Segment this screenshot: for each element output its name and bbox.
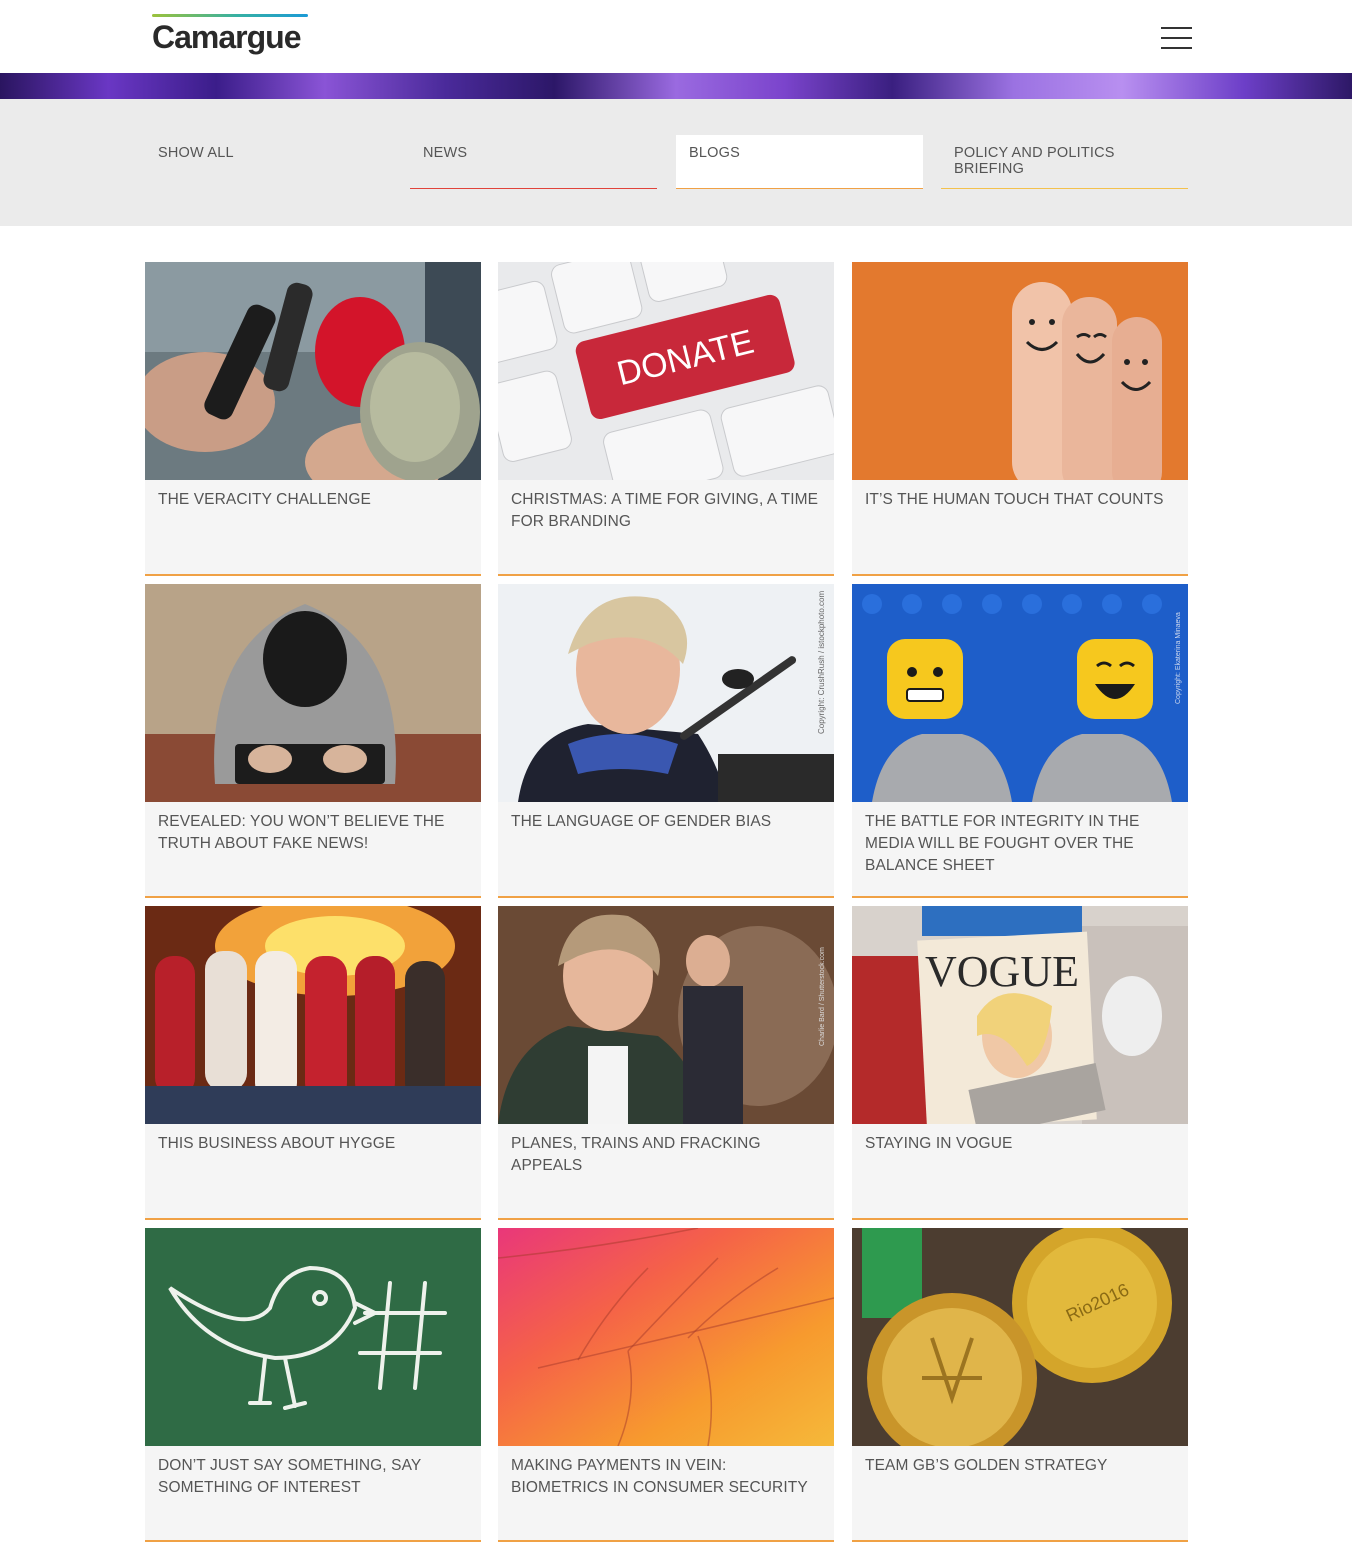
- leaf-veins-image: [498, 1228, 834, 1446]
- post-card[interactable]: THIS BUSINESS ABOUT HYGGE: [145, 906, 481, 1220]
- post-card[interactable]: Charlie Bard / Shutterstock.com PLANES, …: [498, 906, 834, 1220]
- post-title: TEAM GB’S GOLDEN STRATEGY: [865, 1457, 1108, 1474]
- post-title: IT’S THE HUMAN TOUCH THAT COUNTS: [865, 491, 1164, 508]
- post-card[interactable]: THE VERACITY CHALLENGE: [145, 262, 481, 576]
- hamburger-menu-icon[interactable]: [1158, 24, 1194, 52]
- socks-by-fire-image: [145, 906, 481, 1124]
- smiley-fingers-image: [852, 262, 1188, 480]
- filter-show-all[interactable]: SHOW ALL: [145, 135, 392, 189]
- post-title: THIS BUSINESS ABOUT HYGGE: [158, 1135, 396, 1152]
- hero-banner-strip: [0, 73, 1352, 99]
- post-title: DON’T JUST SAY SOMETHING, SAY SOMETHING …: [158, 1457, 422, 1496]
- site-header: Camargue: [0, 0, 1352, 73]
- post-title: STAYING IN VOGUE: [865, 1135, 1013, 1152]
- post-card[interactable]: Rio2016 TEAM GB’S GOLDEN STRATEGY: [852, 1228, 1188, 1542]
- post-title: REVEALED: YOU WON’T BELIEVE THE TRUTH AB…: [158, 813, 445, 852]
- logo-accent-bar: [152, 14, 308, 17]
- magazine-masthead: VOGUE: [925, 947, 1079, 996]
- post-title: MAKING PAYMENTS IN VEIN: BIOMETRICS IN C…: [511, 1457, 808, 1496]
- gold-medals-image: Rio2016: [852, 1228, 1188, 1446]
- post-card[interactable]: Copyright: Ekaterina Minaeva THE BATTLE …: [852, 584, 1188, 898]
- filter-news[interactable]: NEWS: [410, 135, 657, 189]
- post-title: THE BATTLE FOR INTEGRITY IN THE MEDIA WI…: [865, 813, 1140, 874]
- lego-faces-image: Copyright: Ekaterina Minaeva: [852, 584, 1188, 802]
- image-credit: Charlie Bard / Shutterstock.com: [819, 947, 826, 1046]
- speaker-at-podium-image: Copyright: CrushRush / istockphoto.com: [498, 584, 834, 802]
- logo-text: Camargue: [152, 19, 302, 55]
- post-title: THE LANGUAGE OF GENDER BIAS: [511, 813, 772, 830]
- donate-keyboard-image: DONATE: [498, 262, 834, 480]
- post-card[interactable]: DON’T JUST SAY SOMETHING, SAY SOMETHING …: [145, 1228, 481, 1542]
- post-card[interactable]: VOGUE STAYING IN VOGUE: [852, 906, 1188, 1220]
- post-title: CHRISTMAS: A TIME FOR GIVING, A TIME FOR…: [511, 491, 819, 530]
- politician-speaking-image: Charlie Bard / Shutterstock.com: [498, 906, 834, 1124]
- post-title: THE VERACITY CHALLENGE: [158, 491, 371, 508]
- filter-blogs[interactable]: BLOGS: [676, 135, 923, 189]
- vogue-magazines-image: VOGUE: [852, 906, 1188, 1124]
- press-microphones-image: [145, 262, 481, 480]
- post-card[interactable]: Copyright: CrushRush / istockphoto.com T…: [498, 584, 834, 898]
- post-card[interactable]: REVEALED: YOU WON’T BELIEVE THE TRUTH AB…: [145, 584, 481, 898]
- category-filter-bar: SHOW ALL NEWS BLOGS POLICY AND POLITICS …: [0, 99, 1352, 226]
- image-credit: Copyright: Ekaterina Minaeva: [1175, 612, 1182, 704]
- post-card[interactable]: MAKING PAYMENTS IN VEIN: BIOMETRICS IN C…: [498, 1228, 834, 1542]
- hooded-hacker-image: [145, 584, 481, 802]
- post-title: PLANES, TRAINS AND FRACKING APPEALS: [511, 1135, 761, 1174]
- site-logo[interactable]: Camargue: [152, 14, 308, 55]
- chalk-bird-hashtag-image: [145, 1228, 481, 1446]
- filter-policy-politics-briefing[interactable]: POLICY AND POLITICS BRIEFING: [941, 135, 1188, 189]
- post-card[interactable]: IT’S THE HUMAN TOUCH THAT COUNTS: [852, 262, 1188, 576]
- post-card[interactable]: DONATE CHRISTMAS: A TIME FOR GIVING, A T…: [498, 262, 834, 576]
- image-credit: Copyright: CrushRush / istockphoto.com: [817, 590, 826, 734]
